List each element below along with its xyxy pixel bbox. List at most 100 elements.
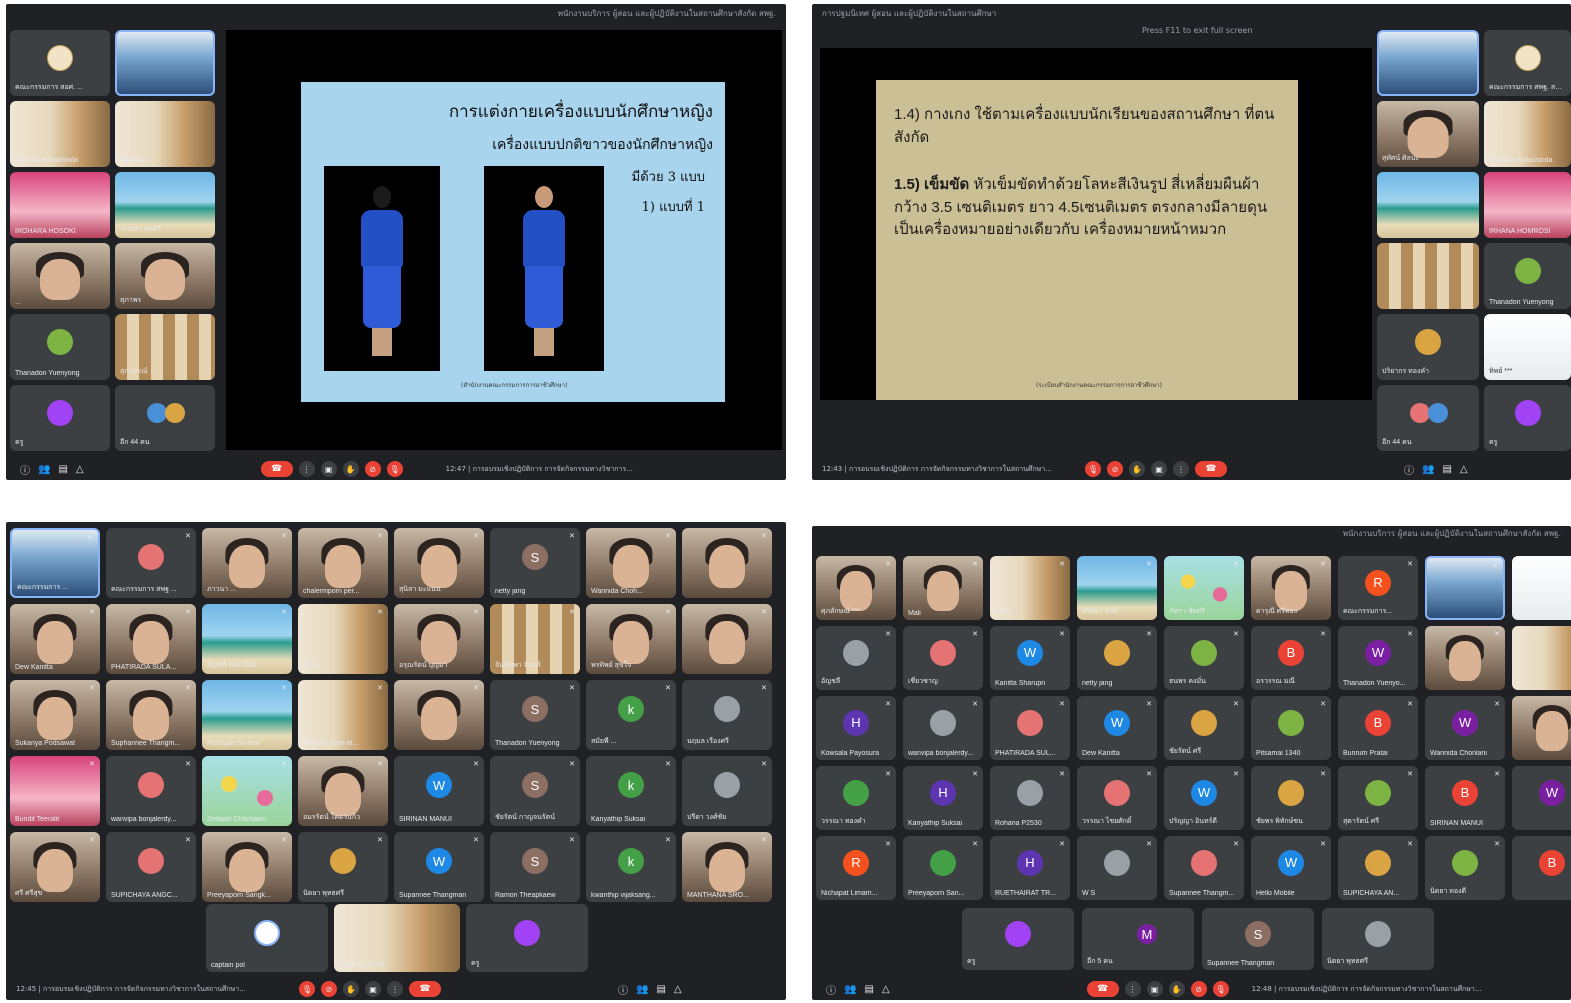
participant-tile[interactable]: Preeyaporn San... ✕ (903, 836, 983, 900)
participant-tile[interactable]: อัญชลี ✕ (816, 626, 896, 690)
participant-tile[interactable]: Rohana P2530 ✕ (990, 766, 1070, 830)
participant-tile[interactable]: R คณะกรรมการ... ✕ (1338, 556, 1418, 620)
participant-tile[interactable]: วรรณา ไชยศักดิ์ ✕ (1077, 766, 1157, 830)
participant-tile[interactable]: ครู (10, 385, 110, 451)
participant-tile[interactable]: H Kanyathip Suksai ✕ (903, 766, 983, 830)
chat-icon[interactable]: ▤ (864, 984, 873, 995)
camera-off-icon[interactable]: ⊘ (364, 461, 381, 477)
participant-tile[interactable]: ดารุณี ศรีทอง ✕ (1251, 556, 1331, 620)
participant-tile[interactable]: สุวิมล... ✕ (298, 604, 388, 674)
participant-tile[interactable]: S Thanadon Yuenyong ✕ (490, 680, 580, 750)
camera-off-icon[interactable]: ⊘ (1107, 461, 1123, 477)
participant-tile[interactable]: อีก 44 คน (1377, 385, 1479, 451)
participant-tile[interactable]: SUPICHAYA ANGC... ✕ (106, 832, 196, 902)
more-options-icon[interactable]: ⋮ (387, 981, 403, 997)
participant-tile[interactable]: S Supannee Thangman (1202, 908, 1314, 970)
participant-tile[interactable]: H RUETHAIRAT TR... ✕ (990, 836, 1070, 900)
people-icon[interactable]: 👥 (636, 984, 648, 995)
more-options-icon[interactable]: ⋮ (1173, 461, 1189, 477)
participant-tile[interactable]: ✕ (1512, 696, 1571, 760)
activities-icon[interactable]: △ (882, 984, 890, 995)
participant-tile[interactable]: ภัทรา ชัยศรี ✕ (1164, 556, 1244, 620)
participant-tile[interactable]: Supannee Thangm... ✕ (1164, 836, 1244, 900)
info-icon[interactable]: ⓘ (20, 462, 30, 477)
info-icon[interactable]: ⓘ (618, 982, 628, 997)
people-icon[interactable]: 👥 (844, 984, 856, 995)
participant-tile[interactable]: สุภาพร (115, 243, 215, 309)
participant-tile[interactable]: B✕ (1512, 836, 1571, 900)
participant-tile[interactable]: สุนิสา มะแนน ✕ (394, 528, 484, 598)
participant-tile[interactable]: Sarucha Hutachinda (1484, 101, 1571, 167)
participant-tile[interactable]: W Supannee Thangman ✕ (394, 832, 484, 902)
participant-tile[interactable]: wanvipa bonjalerdy... ✕ (106, 756, 196, 826)
participant-tile[interactable]: ชัยพร พิทักษ์ชน ✕ (1251, 766, 1331, 830)
participant-tile[interactable]: Wanvipa (115, 101, 215, 167)
info-icon[interactable]: ⓘ (826, 982, 836, 997)
info-icon[interactable]: ⓘ (1404, 462, 1414, 477)
participant-tile[interactable]: วรรณา สุขศรี (115, 172, 215, 238)
participant-tile[interactable]: W SIRINAN MANUI ✕ (394, 756, 484, 826)
people-icon[interactable]: 👥 (38, 464, 50, 475)
present-icon[interactable]: ▣ (320, 461, 337, 477)
raise-hand-icon[interactable]: ✋ (342, 461, 359, 477)
participant-tile[interactable]: ✕ (1512, 556, 1571, 620)
leave-call-button[interactable]: ☎ (1086, 981, 1119, 997)
participant-tile[interactable]: Jintapat Chitchaisri ✕ (202, 756, 292, 826)
participant-tile[interactable]: Bundit Teeralit ✕ (10, 756, 100, 826)
participant-tile[interactable]: จันทิพพา จันทร์ ✕ (490, 604, 580, 674)
participant-tile[interactable]: นิตยา ทองดี ✕ (1425, 836, 1505, 900)
participant-tile[interactable]: B อรวรรณ มณี ✕ (1251, 626, 1331, 690)
participant-tile[interactable]: wanvipa bonjalerdy... ✕ (903, 696, 983, 760)
participant-tile[interactable]: สุภาภรณ์ (115, 314, 215, 380)
present-icon[interactable]: ▣ (365, 981, 381, 997)
participant-tile[interactable]: MANTHANA SRO... ✕ (682, 832, 772, 902)
participant-tile[interactable]: ปริยากร ทองคำ (1377, 314, 1479, 380)
more-options-icon[interactable]: ⋮ (1124, 981, 1141, 997)
participant-tile[interactable]: อรุณรัตน์ บุญมา ✕ (394, 604, 484, 674)
activities-icon[interactable]: △ (1460, 464, 1468, 475)
participant-tile[interactable]: ✕ (394, 680, 484, 750)
participant-tile[interactable]: B SIRINAN MANUI ✕ (1425, 766, 1505, 830)
participant-tile[interactable]: วรรณา ทองคำ ✕ (816, 766, 896, 830)
participant-tile[interactable]: Snetty jang ✕ (490, 528, 580, 598)
participant-tile[interactable]: W Thanadon Yuenyo... ✕ (1338, 626, 1418, 690)
mic-off-icon[interactable]: 🎙 (1085, 461, 1101, 477)
activities-icon[interactable]: △ (76, 464, 84, 475)
participant-tile[interactable]: PHATIRADA SULA... ✕ (106, 604, 196, 674)
participant-tile[interactable]: Preeyaporn Sangk... ✕ (202, 832, 292, 902)
participant-tile[interactable]: S Ramon Theapkaew ✕ (490, 832, 580, 902)
present-icon[interactable]: ▣ (1146, 981, 1163, 997)
participant-tile[interactable]: Pitsamai 1340 ✕ (1251, 696, 1331, 760)
participant-tile[interactable]: W Wannida Chonlani ✕ (1425, 696, 1505, 760)
participant-tile[interactable]: k Kanyathip Suksai ✕ (586, 756, 676, 826)
participant-tile[interactable]: netty jang ✕ (1077, 626, 1157, 690)
participant-tile[interactable]: H Kowsala Payosura ✕ (816, 696, 896, 760)
chat-icon[interactable]: ▤ (58, 464, 67, 475)
participant-tile[interactable]: พรทิพย์ สุขใจ ✕ (586, 604, 676, 674)
participant-tile[interactable]: ปรีดา วงศ์ชัย ✕ (682, 756, 772, 826)
participant-tile[interactable]: Wannida Choh... ✕ (586, 528, 676, 598)
participant-tile[interactable]: PHATIRADA SUL... ✕ (990, 696, 1070, 760)
participant-tile[interactable]: ✕ (1512, 626, 1571, 690)
participant-tile[interactable]: ✕ (682, 604, 772, 674)
participant-tile[interactable]: IROHARA HOSOKI (10, 172, 110, 238)
participant-tile[interactable]: ✕ (682, 528, 772, 598)
participant-tile[interactable]: ธนพร คงมั่น ✕ (1164, 626, 1244, 690)
more-options-icon[interactable]: ⋮ (298, 461, 315, 477)
participant-tile[interactable]: W ปริญญา อินทร์ดี ✕ (1164, 766, 1244, 830)
people-icon[interactable]: 👥 (1422, 464, 1434, 475)
participant-tile[interactable]: คณะกรรมการ ... ✕ (10, 528, 100, 598)
participant-tile[interactable]: ครู (962, 908, 1074, 970)
participant-tile[interactable]: ... (10, 243, 110, 309)
participant-tile[interactable]: W Kanitta Sharupn ✕ (990, 626, 1070, 690)
participant-tile[interactable]: ภาวนา ... ✕ (202, 528, 292, 598)
chat-icon[interactable]: ▤ (1442, 464, 1451, 475)
participant-tile[interactable]: Saruchs Hutachinda (10, 101, 110, 167)
camera-off-icon[interactable]: ⊘ (1190, 981, 1207, 997)
participant-tile[interactable]: ครู (466, 904, 588, 972)
participant-tile[interactable]: คณะกรรมการ สพฐ. สนง ... (1484, 30, 1571, 96)
activities-icon[interactable]: △ (674, 984, 682, 995)
raise-hand-icon[interactable]: ✋ (1168, 981, 1185, 997)
presenter-tile[interactable] (1377, 30, 1479, 96)
participant-tile[interactable]: SUPICHAYA AN... ✕ (1338, 836, 1418, 900)
